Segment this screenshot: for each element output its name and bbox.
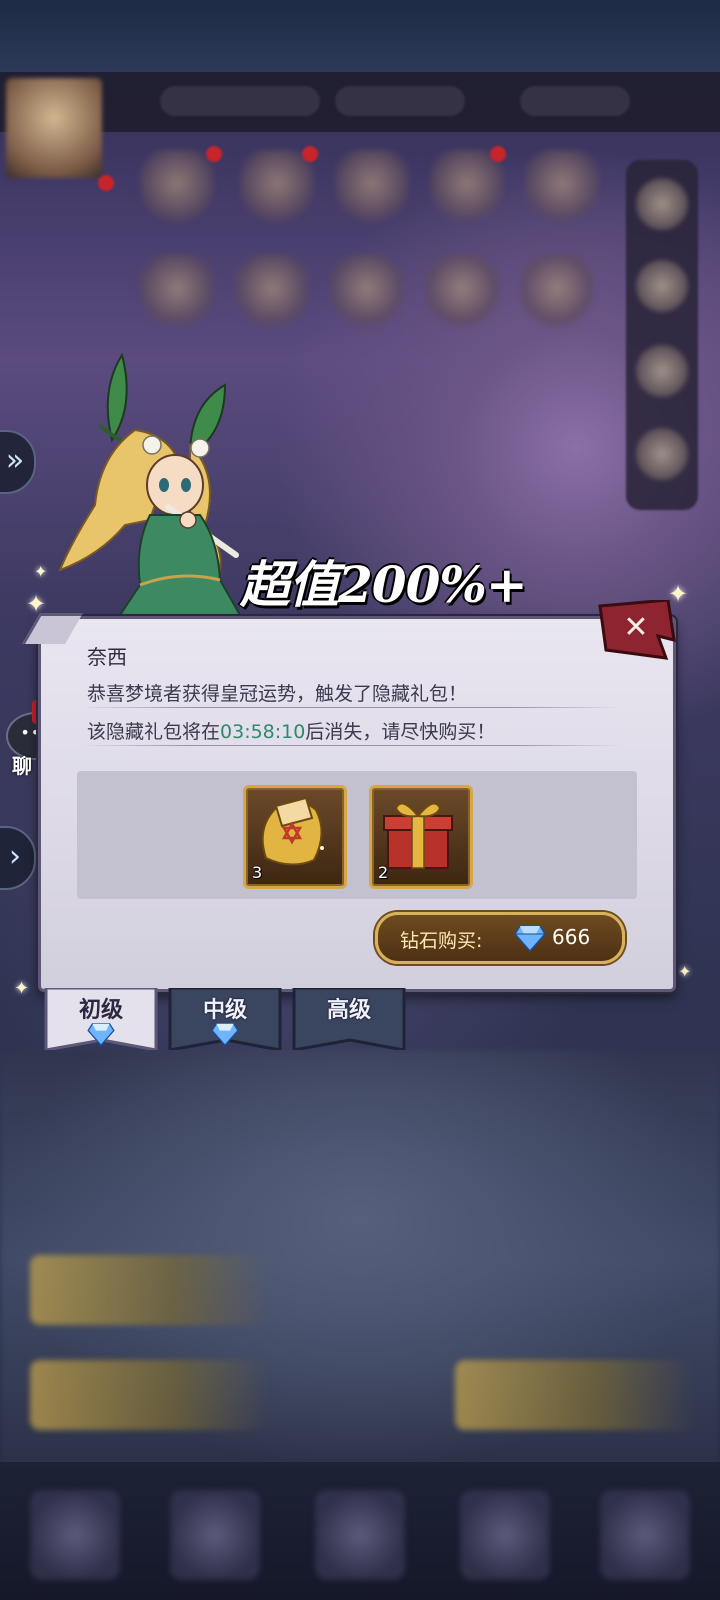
bottom-nav-icon bbox=[600, 1490, 690, 1580]
resource-bar-2 bbox=[335, 86, 465, 116]
tab-intermediate[interactable]: 中级 bbox=[168, 988, 282, 1050]
diamond-icon bbox=[211, 1023, 239, 1046]
chevron-right-icon: › bbox=[9, 839, 21, 874]
reward-items-area: 3 2 bbox=[77, 771, 637, 899]
blurred-menu-icon bbox=[330, 255, 404, 329]
side-menu-icon bbox=[636, 428, 688, 480]
bottom-nav-icon bbox=[460, 1490, 550, 1580]
side-menu-blurred bbox=[626, 160, 698, 510]
notification-dot bbox=[302, 146, 318, 162]
tab-advanced[interactable]: 高级 bbox=[292, 988, 406, 1050]
top-hud-blurred bbox=[0, 72, 720, 178]
bottom-nav-icon bbox=[315, 1490, 405, 1580]
item-count: 3 bbox=[252, 863, 263, 882]
diamond-icon bbox=[87, 1023, 115, 1046]
blurred-event-banner bbox=[30, 1360, 270, 1430]
close-button[interactable]: ✕ bbox=[596, 600, 676, 662]
blurred-menu-icon bbox=[525, 150, 599, 224]
resource-bar-3 bbox=[520, 86, 630, 116]
blurred-event-banner bbox=[455, 1360, 695, 1430]
bottom-nav-icon bbox=[30, 1490, 120, 1580]
buy-label: 钻石购买: bbox=[400, 930, 483, 952]
tab-beginner[interactable]: 初级 bbox=[44, 988, 158, 1050]
divider bbox=[81, 745, 621, 746]
sparkle-decoration: ✦ bbox=[34, 562, 48, 581]
offer-title: 超值200%+ bbox=[240, 555, 528, 614]
diamond-icon bbox=[514, 925, 546, 952]
notification-dot bbox=[490, 146, 506, 162]
npc-name: 奈西 bbox=[87, 645, 127, 669]
notification-dot bbox=[206, 146, 222, 162]
diamond-buy-button[interactable]: 钻石购买: 666 bbox=[375, 912, 625, 964]
double-chevron-right-icon: » bbox=[5, 443, 25, 478]
side-menu-icon bbox=[636, 178, 688, 230]
congrats-message: 恭喜梦境者获得皇冠运势，触发了隐藏礼包！ bbox=[87, 683, 468, 705]
side-menu-icon bbox=[636, 345, 688, 397]
blurred-menu-icon bbox=[425, 255, 499, 329]
tab-label: 初级 bbox=[78, 998, 123, 1023]
side-menu-icon bbox=[636, 260, 688, 312]
price: 666 bbox=[552, 925, 591, 949]
player-avatar bbox=[6, 78, 102, 178]
blurred-menu-icon bbox=[240, 150, 314, 224]
blurred-menu-icon bbox=[430, 150, 504, 224]
notification-dot bbox=[98, 175, 114, 191]
blurred-event-banner bbox=[30, 1255, 270, 1325]
sparkle-decoration: ✦ bbox=[14, 978, 30, 999]
blurred-menu-icon bbox=[335, 150, 409, 224]
reward-item-slot[interactable]: 3 bbox=[243, 785, 347, 889]
tab-label: 高级 bbox=[326, 998, 371, 1023]
blurred-menu-icon bbox=[140, 150, 214, 224]
blurred-menu-icon bbox=[235, 255, 309, 329]
blurred-menu-icon bbox=[520, 255, 594, 329]
expiry-prefix: 该隐藏礼包将在 bbox=[87, 721, 221, 743]
expiry-suffix: 后消失，请尽快购买！ bbox=[305, 721, 496, 743]
close-icon: ✕ bbox=[623, 610, 649, 645]
bottom-nav-icon bbox=[170, 1490, 260, 1580]
reward-item-slot[interactable]: 2 bbox=[369, 785, 473, 889]
top-decoration bbox=[0, 0, 720, 72]
tab-label: 中级 bbox=[202, 998, 247, 1023]
item-count: 2 bbox=[378, 863, 389, 882]
elf-character-illustration bbox=[58, 352, 242, 615]
blurred-menu-icon bbox=[140, 255, 214, 329]
resource-bar-1 bbox=[160, 86, 320, 116]
countdown-timer: 03:58:10 bbox=[220, 721, 306, 743]
sparkle-decoration: ✦ bbox=[678, 962, 692, 981]
hidden-gift-pack-popup: 奈西 恭喜梦境者获得皇冠运势，触发了隐藏礼包！ 该隐藏礼包将在03:58:10后… bbox=[38, 616, 676, 992]
expiry-message: 该隐藏礼包将在03:58:10后消失，请尽快购买！ bbox=[87, 717, 495, 744]
divider bbox=[81, 707, 621, 708]
